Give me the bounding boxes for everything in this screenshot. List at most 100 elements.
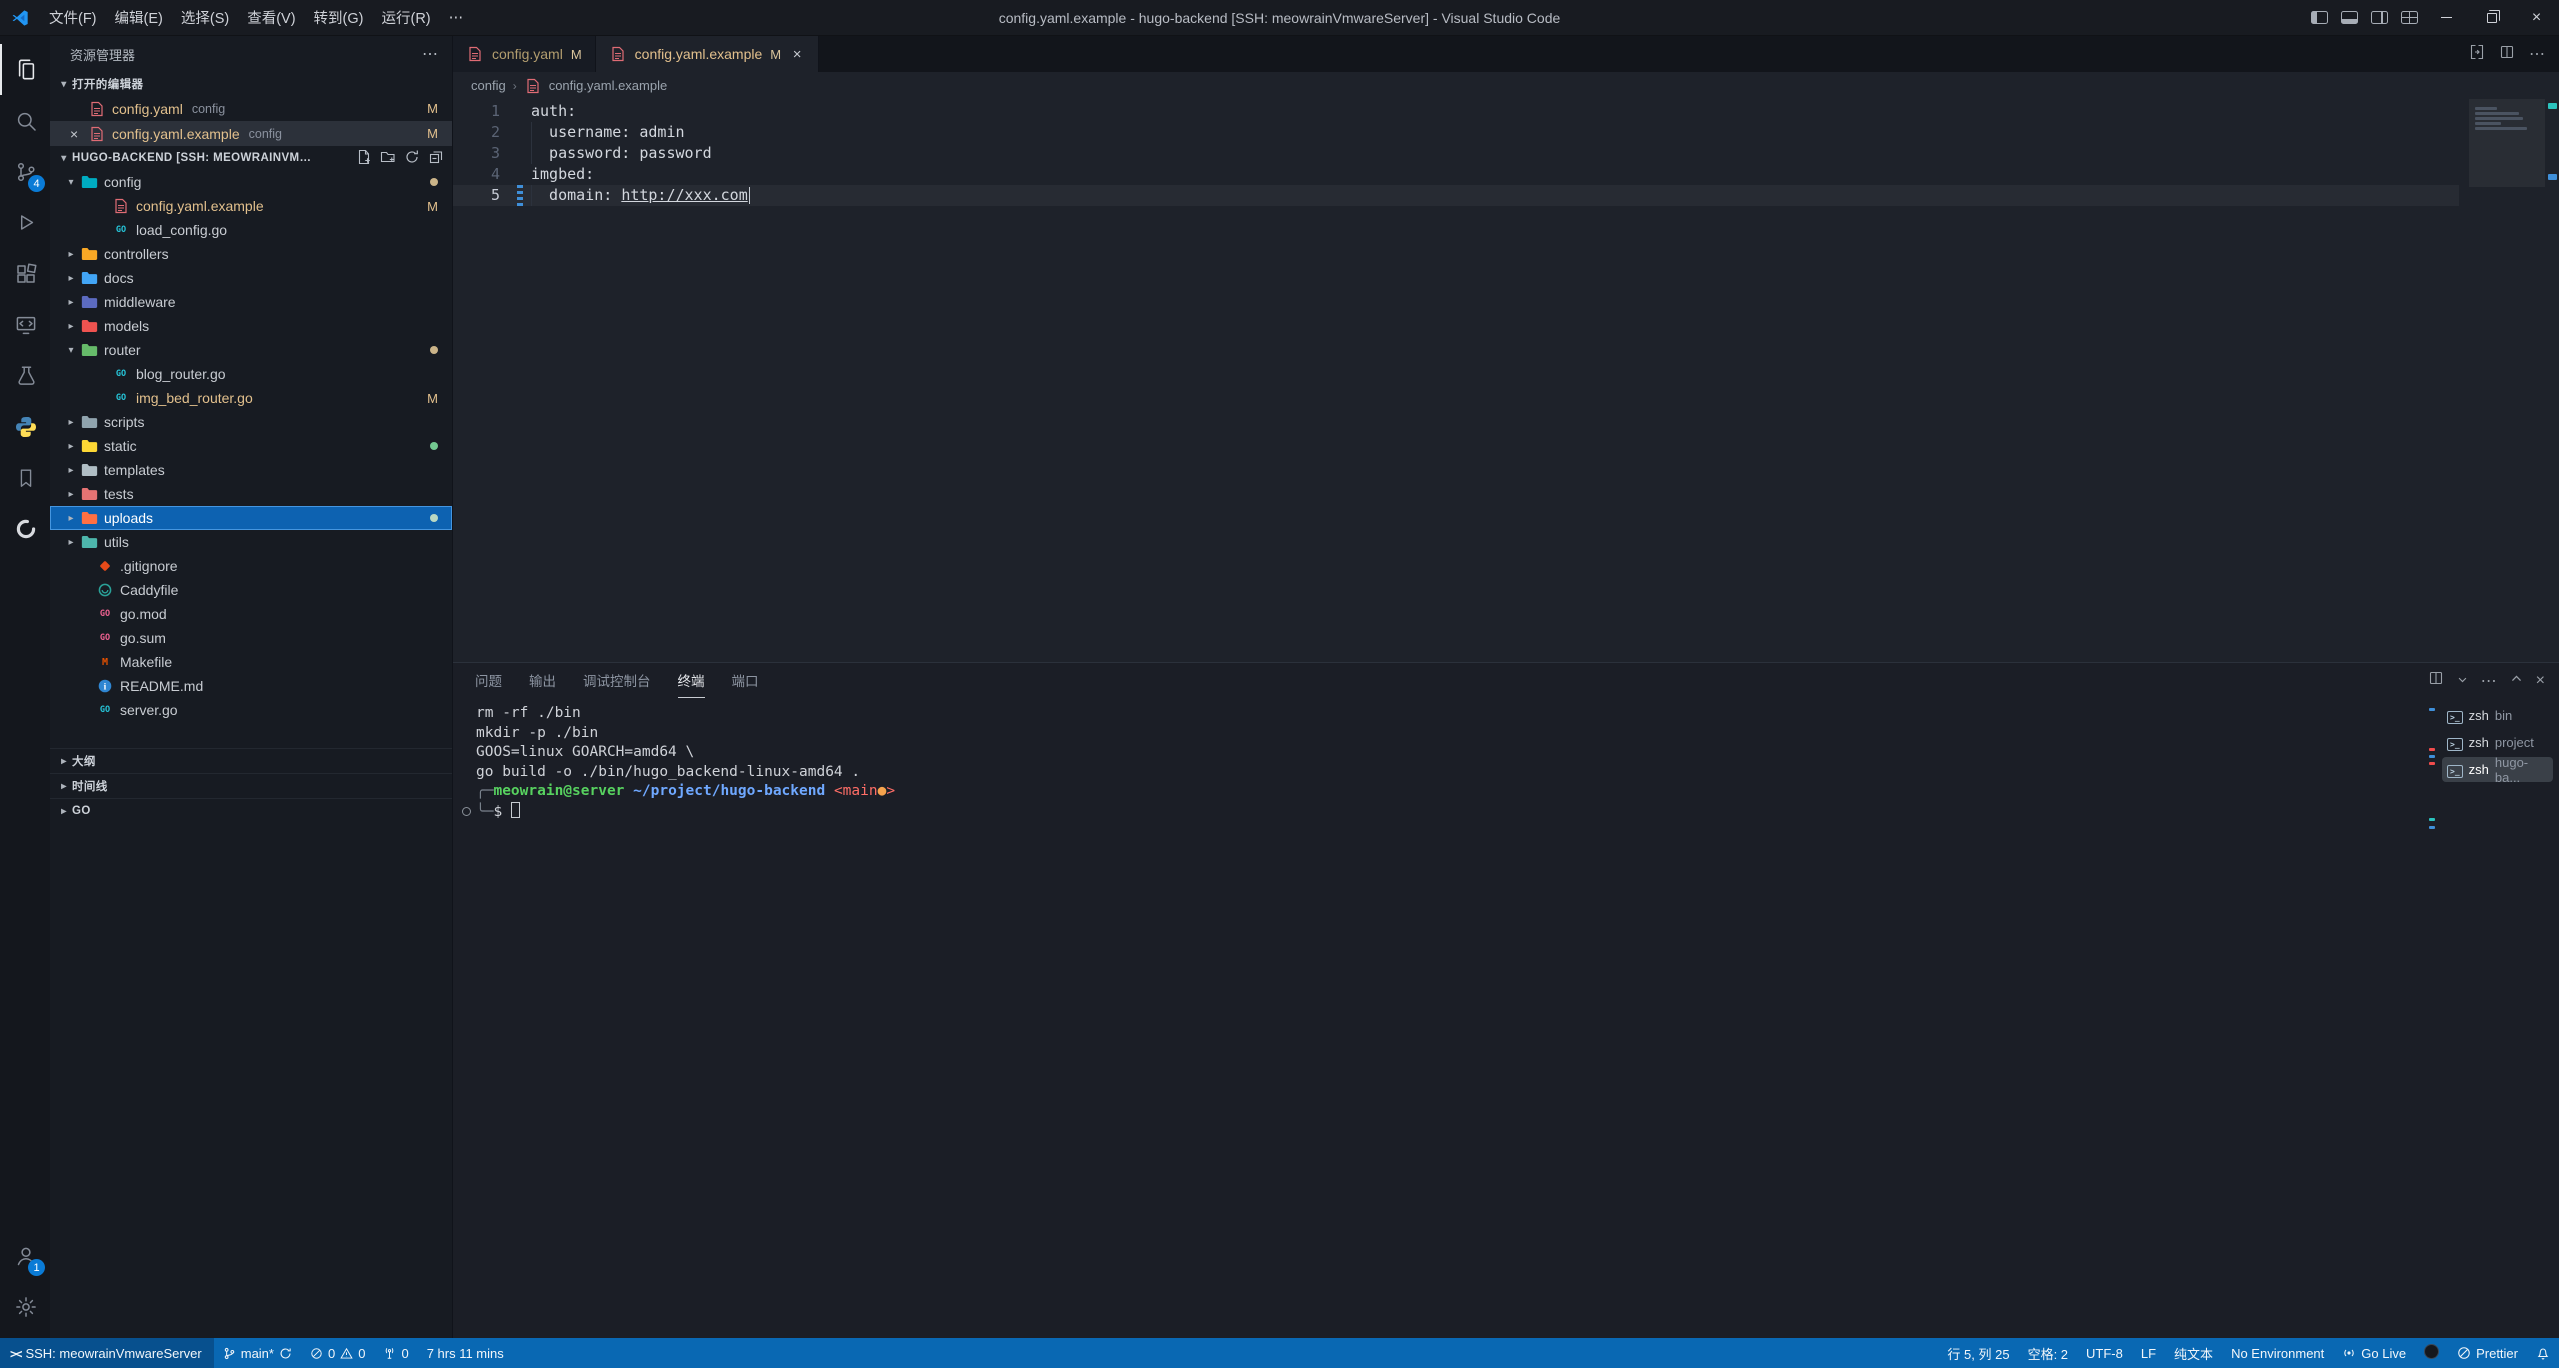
minimap[interactable] (2469, 99, 2545, 662)
tree-file-Makefile[interactable]: MMakefile (50, 650, 452, 674)
tree-folder-controllers[interactable]: ▸controllers (50, 242, 452, 266)
panel-tab-终端[interactable]: 终端 (678, 663, 705, 698)
activitybar-settings-icon[interactable] (0, 1281, 50, 1332)
activitybar-testing-icon[interactable] (0, 350, 50, 401)
close-icon[interactable]: × (789, 46, 805, 63)
activitybar-search-icon[interactable] (0, 95, 50, 146)
tree-file-Caddyfile[interactable]: Caddyfile (50, 578, 452, 602)
toggle-secondary-sidebar-icon[interactable] (2364, 0, 2394, 35)
activitybar-extensions-icon[interactable] (0, 248, 50, 299)
restore-button[interactable] (2469, 0, 2514, 35)
tree-folder-router[interactable]: ▾router (50, 338, 452, 362)
panel-more-icon[interactable]: ⋯ (2481, 671, 2497, 691)
remote-indicator[interactable]: ><SSH: meowrainVmwareServer (0, 1338, 214, 1368)
tree-file-README.md[interactable]: iREADME.md (50, 674, 452, 698)
split-terminal-icon[interactable] (2428, 670, 2444, 691)
panel-tab-端口[interactable]: 端口 (732, 663, 759, 698)
tab-config.yaml[interactable]: config.yamlM (453, 36, 596, 72)
close-button[interactable]: × (2514, 0, 2559, 35)
status-git-branch[interactable]: main* (214, 1338, 301, 1368)
refresh-icon[interactable] (404, 149, 420, 168)
terminal-line[interactable]: rm -rf ./bin (476, 704, 2440, 724)
collapse-all-icon[interactable] (428, 149, 444, 168)
tree-folder-uploads[interactable]: ▸uploads (50, 506, 452, 530)
activitybar-accounts-icon[interactable]: 1 (0, 1230, 50, 1281)
sidebar-section-大纲[interactable]: ▸大纲 (50, 748, 452, 773)
menu-go[interactable]: 转到(G) (305, 0, 373, 35)
code-line-2[interactable]: 2 username: admin (453, 122, 2459, 143)
terminal-line[interactable]: mkdir -p ./bin (476, 724, 2440, 744)
status-environment[interactable]: No Environment (2222, 1338, 2333, 1368)
tree-folder-docs[interactable]: ▸docs (50, 266, 452, 290)
open-editor-config.yaml[interactable]: config.yamlconfigM (50, 96, 452, 121)
terminal-line[interactable]: GOOS=linux GOARCH=amd64 \ (476, 743, 2440, 763)
terminal-tab-bin[interactable]: >_zshbin (2442, 703, 2553, 728)
panel-tab-输出[interactable]: 输出 (529, 663, 556, 698)
activitybar-run-debug-icon[interactable] (0, 197, 50, 248)
tree-folder-templates[interactable]: ▸templates (50, 458, 452, 482)
sidebar-more-icon[interactable]: ⋯ (422, 44, 438, 64)
tree-file-server.go[interactable]: GOserver.go (50, 698, 452, 722)
close-icon[interactable]: × (70, 126, 88, 142)
code-line-5[interactable]: 5 domain: http://xxx.com (453, 185, 2459, 206)
workspace-header[interactable]: ▾ HUGO-BACKEND [SSH: MEOWRAINVMWARE... (50, 146, 452, 170)
terminal[interactable]: rm -rf ./binmkdir -p ./binGOOS=linux GOA… (453, 698, 2440, 1338)
tree-file-img_bed_router.go[interactable]: GOimg_bed_router.goM (50, 386, 452, 410)
status-language-mode[interactable]: 纯文本 (2165, 1338, 2222, 1368)
status-prettier[interactable]: Prettier (2448, 1338, 2527, 1368)
open-editor-config.yaml.example[interactable]: ×config.yaml.exampleconfigM (50, 121, 452, 146)
status-extension-circle[interactable] (2415, 1338, 2448, 1368)
detected-link[interactable]: http://xxx.com (621, 186, 747, 204)
status-indentation[interactable]: 空格: 2 (2019, 1338, 2077, 1368)
tree-file-.gitignore[interactable]: .gitignore (50, 554, 452, 578)
terminal-tab-hugo-ba...[interactable]: >_zshhugo-ba... (2442, 757, 2553, 782)
status-forwarded-ports[interactable]: 0 (374, 1338, 417, 1368)
code-line-3[interactable]: 3 password: password (453, 143, 2459, 164)
breadcrumb-file[interactable]: config.yaml.example (549, 78, 668, 93)
terminal-line[interactable]: go build -o ./bin/hugo_backend-linux-amd… (476, 763, 2440, 783)
toggle-sidebar-icon[interactable] (2304, 0, 2334, 35)
tree-file-load_config.go[interactable]: GOload_config.go (50, 218, 452, 242)
maximize-panel-icon[interactable] (2510, 672, 2523, 690)
customize-layout-icon[interactable] (2394, 0, 2424, 35)
breadcrumb[interactable]: config › config.yaml.example (453, 72, 2559, 99)
split-editor-icon[interactable] (2499, 44, 2515, 65)
tree-folder-static[interactable]: ▸static (50, 434, 452, 458)
terminal-line[interactable]: ╭─meowrain@server ~/project/hugo-backend… (476, 782, 2440, 802)
tree-file-go.sum[interactable]: GOgo.sum (50, 626, 452, 650)
menu-selection[interactable]: 选择(S) (172, 0, 238, 35)
tree-file-blog_router.go[interactable]: GOblog_router.go (50, 362, 452, 386)
terminal-profile-caret-icon[interactable] (2457, 672, 2468, 690)
overview-ruler[interactable] (2545, 99, 2559, 662)
panel-tab-问题[interactable]: 问题 (475, 663, 502, 698)
status-cursor-position[interactable]: 行 5, 列 25 (1938, 1338, 2018, 1368)
menu-view[interactable]: 查看(V) (238, 0, 304, 35)
status-wakatime[interactable]: 7 hrs 11 mins (418, 1338, 513, 1368)
status-go-live[interactable]: Go Live (2333, 1338, 2415, 1368)
activitybar-bookmarks-icon[interactable] (0, 452, 50, 503)
terminal-line[interactable]: ╰─$ (476, 802, 2440, 823)
status-eol[interactable]: LF (2132, 1338, 2165, 1368)
activitybar-python-icon[interactable] (0, 401, 50, 452)
sidebar-section-GO[interactable]: ▸GO (50, 798, 452, 823)
panel-tab-调试控制台[interactable]: 调试控制台 (583, 663, 651, 698)
menu-file[interactable]: 文件(F) (40, 0, 106, 35)
open-editors-header[interactable]: ▾ 打开的编辑器 (50, 72, 452, 96)
menu-run[interactable]: 运行(R) (372, 0, 439, 35)
code-line-4[interactable]: 4imgbed: (453, 164, 2459, 185)
menu-overflow[interactable]: ⋯ (440, 0, 473, 35)
status-notifications[interactable] (2527, 1338, 2559, 1368)
status-problems[interactable]: 00 (301, 1338, 374, 1368)
activitybar-explorer-icon[interactable] (0, 44, 50, 95)
terminal-tab-project[interactable]: >_zshproject (2442, 730, 2553, 755)
open-changes-icon[interactable] (2469, 44, 2485, 65)
close-panel-icon[interactable]: × (2536, 672, 2545, 690)
tree-folder-scripts[interactable]: ▸scripts (50, 410, 452, 434)
breadcrumb-folder[interactable]: config (471, 78, 506, 93)
sidebar-section-时间线[interactable]: ▸时间线 (50, 773, 452, 798)
toggle-panel-icon[interactable] (2334, 0, 2364, 35)
new-folder-icon[interactable] (380, 149, 396, 168)
command-decoration-icon[interactable] (462, 807, 471, 816)
tree-folder-models[interactable]: ▸models (50, 314, 452, 338)
tree-folder-utils[interactable]: ▸utils (50, 530, 452, 554)
